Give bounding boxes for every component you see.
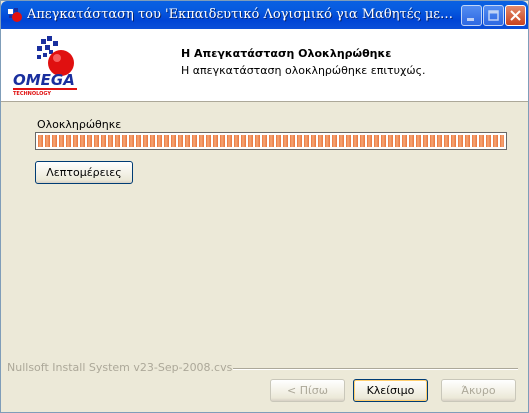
- close-icon: [510, 10, 521, 21]
- branding-text: Nullsoft Install System v23-Sep-2008.cvs: [7, 361, 233, 374]
- close-window-button[interactable]: [505, 5, 526, 26]
- maximize-icon: [488, 10, 499, 21]
- status-label: Ολοκληρώθηκε: [37, 118, 122, 131]
- page-title: Η Απεγκατάσταση Ολοκληρώθηκε: [181, 47, 392, 60]
- window-title: Απεγκατάσταση του 'Εκπαιδευτικό Λογισμικ…: [27, 7, 457, 22]
- cancel-button[interactable]: Άκυρο: [441, 379, 516, 402]
- header-panel: OMEGA TECHNOLOGY Η Απεγκατάσταση Ολοκληρ…: [1, 29, 528, 102]
- details-button[interactable]: Λεπτομέρειες: [35, 161, 133, 184]
- branding-divider: [233, 368, 518, 370]
- installer-window: Απεγκατάσταση του 'Εκπαιδευτικό Λογισμικ…: [0, 0, 529, 413]
- minimize-icon: [467, 18, 474, 21]
- logo-text: OMEGA: [13, 71, 75, 89]
- progress-bar: [35, 132, 507, 150]
- close-button[interactable]: Κλείσιμο: [353, 379, 428, 402]
- back-button[interactable]: < Πίσω: [270, 379, 345, 402]
- progress-fill: [38, 135, 504, 147]
- omega-logo: OMEGA TECHNOLOGY: [13, 36, 77, 97]
- minimize-button[interactable]: [461, 5, 482, 26]
- page-subtitle: Η απεγκατάσταση ολοκληρώθηκε επιτυχώς.: [181, 64, 426, 77]
- title-bar[interactable]: Απεγκατάσταση του 'Εκπαιδευτικό Λογισμικ…: [1, 1, 528, 29]
- maximize-button[interactable]: [483, 5, 504, 26]
- logo-subtext: TECHNOLOGY: [13, 91, 51, 97]
- app-icon: [7, 7, 23, 23]
